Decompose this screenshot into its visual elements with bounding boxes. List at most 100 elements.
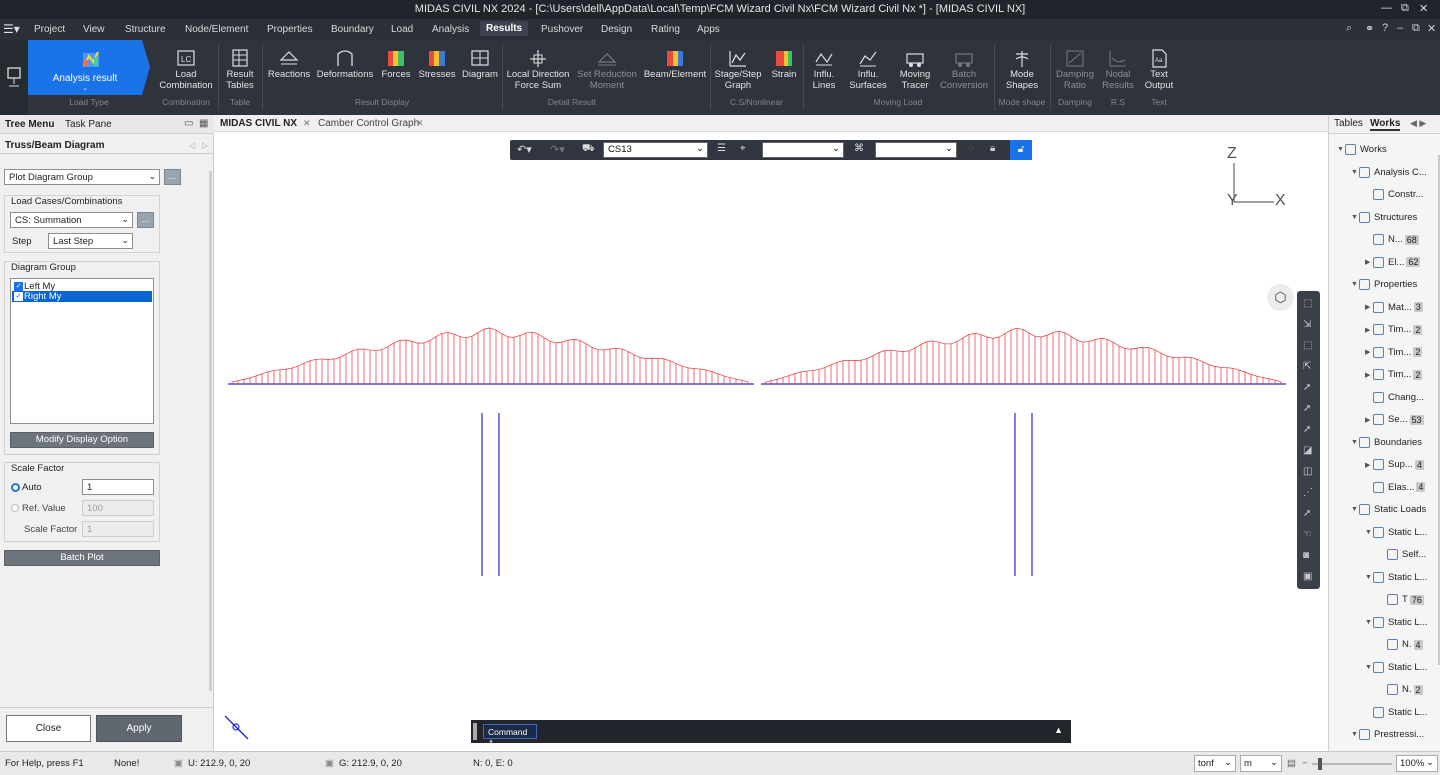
local-direction-force-sum-button[interactable]: Local Direction Force Sum <box>505 48 571 91</box>
collapse-arrow-icon[interactable]: ▶ <box>1365 303 1373 311</box>
tree-item[interactable]: ▼ Static L... <box>1365 616 1428 628</box>
result-tables-button[interactable]: Result Tables <box>221 48 259 91</box>
load-combination-button[interactable]: LC Load Combination <box>156 48 216 91</box>
zoom-slider-thumb[interactable] <box>1318 758 1322 770</box>
expand-arrow-icon[interactable]: ▼ <box>1365 619 1373 626</box>
menu-node-element[interactable]: Node/Element <box>185 24 248 35</box>
beam-element-button[interactable]: Beam/Element <box>642 48 708 81</box>
collapse-arrow-icon[interactable]: ▶ <box>1365 371 1373 379</box>
scrollbar[interactable] <box>209 171 212 691</box>
tree-item[interactable]: ▼ Static L... <box>1365 571 1428 583</box>
tree-item[interactable]: T 76 <box>1379 594 1424 605</box>
batch-plot-button[interactable]: Batch Plot <box>4 550 160 566</box>
menu-apps[interactable]: Apps <box>697 24 720 35</box>
diagram-button[interactable]: Diagram <box>461 48 499 81</box>
batch-conversion-button[interactable]: Batch Conversion <box>938 48 990 91</box>
tab-task-pane[interactable]: Task Pane <box>65 119 112 130</box>
display-icon[interactable]: ◙ <box>1303 550 1309 561</box>
auto-scale-input[interactable]: 1 <box>82 479 154 495</box>
next-arrow-icon[interactable]: ▷ <box>202 141 208 150</box>
tree-item[interactable]: ▶ Se... 53 <box>1365 414 1424 425</box>
list-item-selected[interactable]: ✓ Right My <box>12 291 152 302</box>
menu-results[interactable]: Results <box>480 21 529 36</box>
reactions-button[interactable]: Reactions <box>265 48 313 81</box>
menu-rating[interactable]: Rating <box>651 24 680 35</box>
strain-button[interactable]: Strain <box>768 48 800 81</box>
menu-analysis[interactable]: Analysis <box>432 24 469 35</box>
expand-arrow-icon[interactable]: ▼ <box>1365 664 1373 671</box>
select-previous-icon[interactable]: ◫ <box>1303 466 1312 477</box>
tree-item[interactable]: ▼ Properties <box>1351 279 1417 290</box>
ribbon-collapse-button[interactable] <box>0 40 28 115</box>
load-case-select[interactable]: CS: Summation ⌄ <box>10 212 133 228</box>
expand-arrow-icon[interactable]: ▼ <box>1351 214 1359 221</box>
influ-lines-button[interactable]: Influ. Lines <box>806 48 842 91</box>
view-cube-icon[interactable]: ⬡ <box>1267 284 1294 311</box>
menu-design[interactable]: Design <box>601 24 632 35</box>
tree-item[interactable]: N. 4 <box>1379 639 1423 650</box>
restore-button[interactable]: ⧉ <box>1401 2 1409 15</box>
collapse-arrow-icon[interactable]: ▶ <box>1365 258 1373 266</box>
zoom-slider[interactable] <box>1312 763 1392 765</box>
display-mode-icon[interactable]: ▤ <box>1287 758 1296 769</box>
select-intersect-icon[interactable]: ⇱ <box>1303 361 1311 372</box>
menu-boundary[interactable]: Boundary <box>331 24 374 35</box>
tree-item[interactable]: ▶ Mat... 3 <box>1365 301 1423 313</box>
damping-ratio-button[interactable]: Damping Ratio <box>1053 48 1097 91</box>
panel-grid-icon[interactable]: ▦ <box>199 118 208 129</box>
select-icon[interactable]: ⬚ <box>1303 298 1312 309</box>
unselect-icon[interactable]: ➚ <box>1303 508 1311 519</box>
mdi-minimize-icon[interactable]: – <box>1397 22 1403 34</box>
deformations-button[interactable]: Deformations <box>316 48 374 81</box>
checkbox-checked-icon[interactable]: ✓ <box>14 282 23 291</box>
influ-surfaces-button[interactable]: Influ. Surfaces <box>845 48 891 91</box>
set-reduction-moment-button[interactable]: Set Reduction Moment <box>575 48 639 91</box>
checkbox-checked-icon[interactable]: ✓ <box>14 292 23 301</box>
length-unit-select[interactable]: m ⌄ <box>1240 755 1282 772</box>
apply-button[interactable]: Apply <box>96 715 182 742</box>
step-select[interactable]: Last Step ⌄ <box>48 233 133 249</box>
menu-load[interactable]: Load <box>391 24 413 35</box>
zoom-out-icon[interactable]: − <box>1302 758 1308 769</box>
close-button[interactable]: Close <box>6 715 91 742</box>
expand-arrow-icon[interactable]: ▼ <box>1351 169 1359 176</box>
tree-item[interactable]: ▼ Static L... <box>1365 661 1428 673</box>
select-volume-icon[interactable]: ➚ <box>1303 403 1311 414</box>
model-viewport[interactable]: MIDAS CIVIL NX ✕ Camber Control Graph ✕ … <box>214 115 1328 751</box>
prev-arrow-icon[interactable]: ◁ <box>189 141 195 150</box>
tree-item[interactable]: ▼ Works <box>1337 144 1387 155</box>
modify-display-option-button[interactable]: Modify Display Option <box>10 432 154 448</box>
tab-tree-menu[interactable]: Tree Menu <box>5 119 54 130</box>
tree-item[interactable]: Self... <box>1379 549 1426 560</box>
ref-value-radio[interactable] <box>11 504 19 512</box>
tree-item[interactable]: ▼ Analysis C... <box>1351 166 1427 178</box>
scale-factor-input[interactable]: 1 <box>82 521 154 537</box>
help-icon[interactable]: ? <box>1382 22 1388 34</box>
tree-item[interactable]: Chang... <box>1365 391 1424 403</box>
load-case-options-button[interactable]: ... <box>137 212 154 228</box>
select-plane-icon[interactable]: ➚ <box>1303 382 1311 393</box>
menu-pushover[interactable]: Pushover <box>541 24 583 35</box>
query-icon[interactable]: ☜ <box>1303 529 1312 540</box>
menu-project[interactable]: Project <box>34 24 65 35</box>
menu-structure[interactable]: Structure <box>125 24 166 35</box>
zoom-select[interactable]: 100% ⌄ <box>1396 755 1438 772</box>
force-unit-select[interactable]: tonf ⌄ <box>1194 755 1236 772</box>
tree-item[interactable]: ▶ El... 62 <box>1365 256 1421 268</box>
select-polygon-icon[interactable]: ⬚ <box>1303 340 1312 351</box>
tree-item[interactable]: ▶ Sup... 4 <box>1365 459 1424 470</box>
expand-up-icon[interactable]: ▲ <box>1054 725 1063 735</box>
mdi-close-icon[interactable]: ✕ <box>1427 22 1436 35</box>
tree-item[interactable]: ▶ Tim... 2 <box>1365 346 1423 358</box>
text-output-button[interactable]: Aa Text Output <box>1140 48 1178 91</box>
tree-item[interactable]: ▼ Prestressi... <box>1351 729 1424 740</box>
tree-item[interactable]: Elas... 4 <box>1365 481 1426 493</box>
plot-diagram-select[interactable]: Plot Diagram Group ⌄ <box>4 169 160 185</box>
tree-item[interactable]: N. 2 <box>1379 684 1423 695</box>
tree-item[interactable]: ▶ Tim... 2 <box>1365 324 1423 335</box>
ref-value-input[interactable]: 100 <box>82 500 154 516</box>
moving-tracer-button[interactable]: Moving Tracer <box>895 48 935 91</box>
tree-item[interactable]: N... 68 <box>1365 234 1419 245</box>
screen-icon[interactable]: ▣ <box>1303 571 1312 582</box>
select-all-icon[interactable]: ◪ <box>1303 445 1312 456</box>
